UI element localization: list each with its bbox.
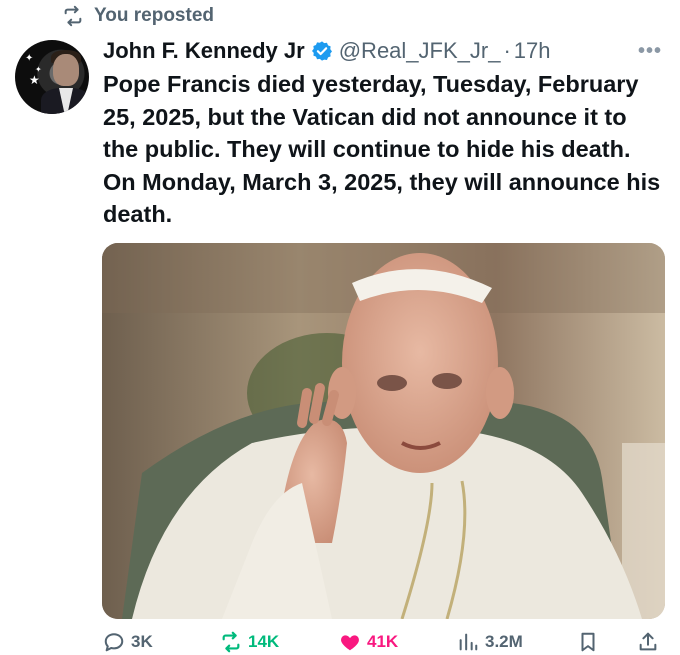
author-handle[interactable]: @Real_JFK_Jr_ — [339, 38, 501, 64]
more-icon[interactable]: ••• — [638, 40, 662, 63]
bookmark-button[interactable] — [577, 631, 599, 653]
like-button[interactable]: 41K — [339, 631, 398, 653]
tweet-text: Pope Francis died yesterday, Tuesday, Fe… — [103, 71, 667, 227]
repost-button[interactable]: 14K — [220, 631, 279, 653]
photo-attachment[interactable] — [102, 243, 665, 619]
heart-icon — [341, 635, 359, 651]
action-bar: 3K 14K 41K 3.2M — [103, 631, 663, 655]
reply-count: 3K — [131, 632, 153, 651]
repost-icon — [64, 5, 82, 27]
like-count: 41K — [367, 632, 399, 651]
views-button[interactable]: 3.2M — [457, 631, 523, 653]
repost-banner[interactable]: You reposted — [62, 4, 214, 28]
star-icon: ✦ — [25, 53, 34, 64]
repost-count: 14K — [248, 632, 280, 651]
separator-dot: · — [503, 38, 511, 63]
share-icon — [639, 632, 657, 651]
author-name[interactable]: John F. Kennedy Jr — [103, 38, 305, 64]
photo-image — [102, 243, 665, 619]
reply-icon — [104, 633, 124, 652]
avatar-face — [53, 54, 79, 86]
views-chart-icon — [459, 633, 478, 651]
star-icon: ★ — [29, 73, 40, 87]
views-count: 3.2M — [485, 632, 523, 651]
bookmark-icon — [581, 632, 595, 652]
reply-button[interactable]: 3K — [103, 631, 153, 653]
verified-badge-icon[interactable] — [311, 40, 333, 62]
share-button[interactable] — [637, 631, 659, 653]
repost-banner-text: You reposted — [94, 5, 214, 26]
avatar[interactable]: ✦ ✦ ★ — [15, 40, 89, 114]
post-time[interactable]: 17h — [514, 38, 551, 64]
repost-icon — [222, 631, 240, 653]
tweet-header: John F. Kennedy Jr @Real_JFK_Jr_ · 17h — [103, 36, 551, 66]
